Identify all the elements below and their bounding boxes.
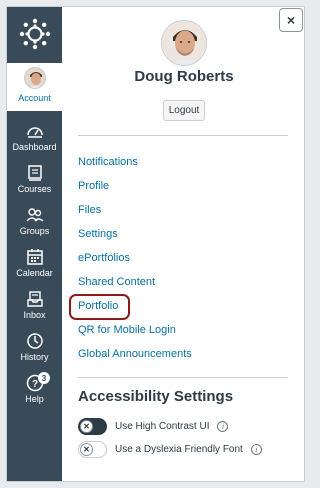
link-global-announcements[interactable]: Global Announcements (78, 342, 288, 366)
nav-item-label: Groups (19, 226, 50, 236)
account-links: Notifications Profile Files Settings ePo… (69, 150, 288, 366)
nav-account-label: Account (18, 93, 51, 103)
dashboard-icon (25, 121, 45, 141)
divider (78, 135, 288, 136)
groups-icon (25, 205, 45, 225)
link-profile[interactable]: Profile (78, 174, 288, 198)
nav-item-calendar[interactable]: Calendar (7, 243, 62, 285)
link-files[interactable]: Files (78, 198, 288, 222)
nav-item-label: Calendar (16, 268, 53, 278)
link-notifications[interactable]: Notifications (78, 150, 288, 174)
nav-item-courses[interactable]: Courses (7, 159, 62, 201)
info-icon[interactable]: i (250, 443, 262, 455)
high-contrast-label: Use High Contrast UI (115, 420, 210, 432)
link-portfolio[interactable]: Portfolio (69, 294, 288, 320)
history-icon (25, 331, 45, 351)
info-icon[interactable]: i (217, 420, 229, 432)
app-frame: Account Dashboard Courses Groups Calenda (6, 6, 305, 482)
link-qr-mobile-login[interactable]: QR for Mobile Login (78, 318, 288, 342)
divider (78, 377, 288, 378)
nav-item-dashboard[interactable]: Dashboard (7, 117, 62, 159)
dyslexia-font-label: Use a Dyslexia Friendly Font (115, 443, 243, 455)
toggle-off-icon: ✕ (80, 442, 93, 456)
dyslexia-font-toggle[interactable]: ✕ (78, 440, 107, 458)
link-eportfolios[interactable]: ePortfolios (78, 246, 288, 270)
svg-text:?: ? (31, 379, 37, 390)
courses-icon (25, 163, 45, 183)
user-name: Doug Roberts (134, 68, 234, 85)
toggle-off-icon: ✕ (80, 419, 93, 433)
nav-item-inbox[interactable]: Inbox (7, 285, 62, 327)
nav-item-label: Inbox (23, 310, 46, 320)
inbox-icon (25, 289, 45, 309)
close-button[interactable]: × (279, 8, 303, 32)
nav-item-label: Dashboard (12, 142, 57, 152)
toggle-dyslexia-font-row: ✕ Use a Dyslexia Friendly Font i (78, 439, 262, 459)
nav-account[interactable]: Account (7, 63, 62, 111)
nav-item-groups[interactable]: Groups (7, 201, 62, 243)
user-avatar (161, 20, 207, 66)
nav-item-label: Help (25, 394, 44, 404)
nav-item-history[interactable]: History (7, 327, 62, 369)
canvas-logo-icon[interactable] (7, 7, 62, 61)
accessibility-title: Accessibility Settings (78, 388, 234, 405)
close-icon: × (286, 12, 296, 28)
calendar-icon (25, 247, 45, 267)
high-contrast-toggle[interactable]: ✕ (78, 417, 107, 435)
help-badge: 3 (38, 372, 50, 384)
nav-item-label: History (20, 352, 49, 362)
account-avatar (23, 67, 46, 89)
link-shared-content[interactable]: Shared Content (78, 270, 288, 294)
toggle-high-contrast-row: ✕ Use High Contrast UI i (78, 416, 229, 436)
logout-button[interactable]: Logout (163, 100, 205, 121)
global-nav: Account Dashboard Courses Groups Calenda (7, 7, 62, 481)
nav-item-label: Courses (17, 184, 52, 194)
nav-item-help[interactable]: ? 3 Help (7, 369, 62, 411)
link-settings[interactable]: Settings (78, 222, 288, 246)
